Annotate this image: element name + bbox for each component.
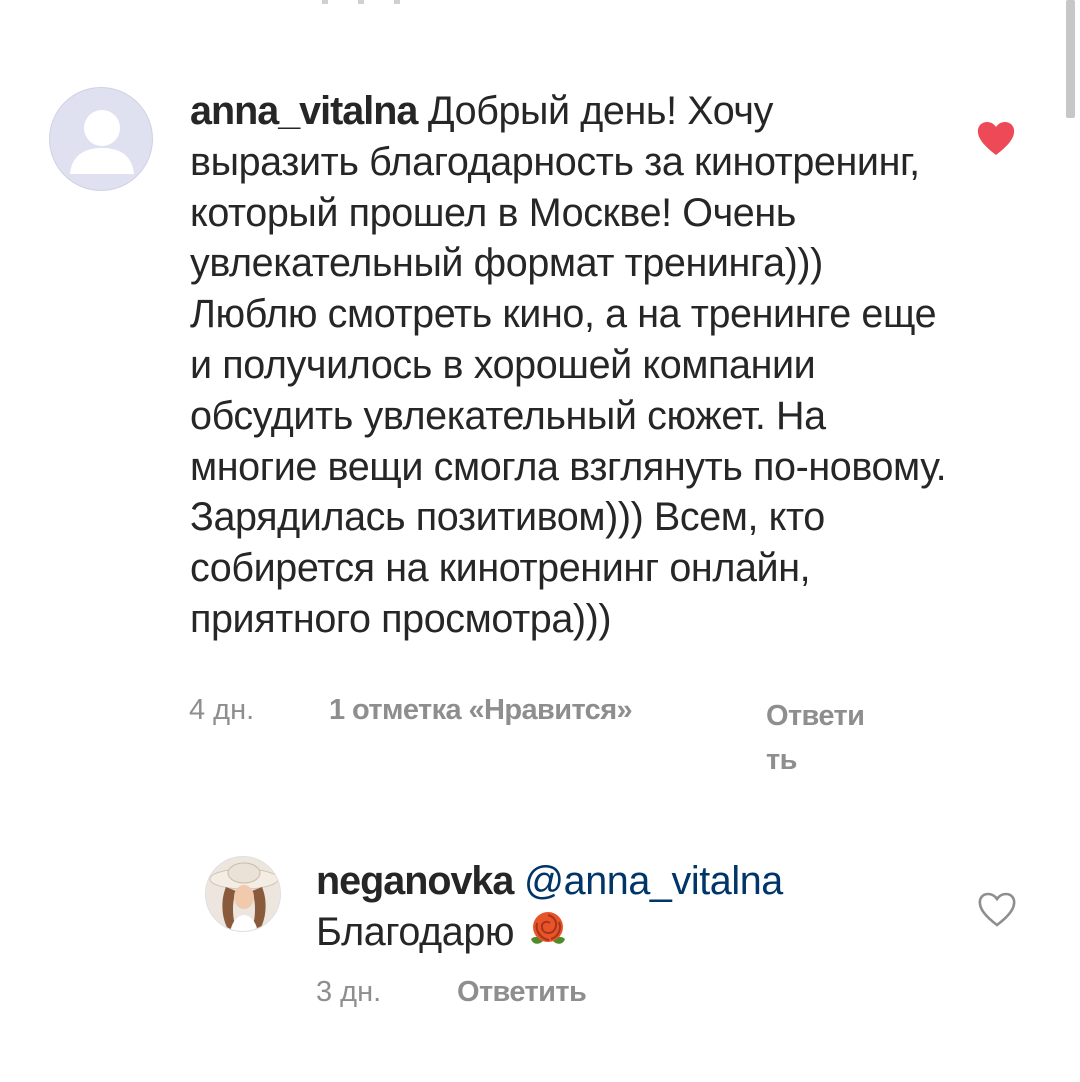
comment-text: Добрый день! Хочу выразить благодарность… [190,89,947,641]
avatar[interactable] [205,856,281,932]
comment-username[interactable]: anna_vitalna [190,89,418,133]
comment-timestamp: 3 дн. [316,976,382,1008]
reply-button[interactable]: Ответить [766,694,876,782]
heart-outline-icon[interactable] [977,892,1017,928]
comment-meta: 4 дн. 1 отметка «Нравится» Ответить [189,694,889,784]
comments-screen: anna_vitalna Добрый день! Хочу выразить … [0,0,1080,1082]
heart-filled-icon[interactable] [976,121,1016,157]
comment-timestamp: 4 дн. [189,694,255,726]
comment-body: anna_vitalna Добрый день! Хочу выразить … [190,86,950,645]
avatar[interactable] [49,87,153,191]
comment-username[interactable]: neganovka [316,859,514,903]
likes-count-link[interactable]: 1 отметка «Нравится» [329,694,633,727]
user-photo-avatar-icon [206,857,280,931]
comment-meta: 3 дн. Ответить [316,976,816,1016]
comment: anna_vitalna Добрый день! Хочу выразить … [0,0,1080,800]
default-user-avatar-icon [70,110,134,174]
mention-link[interactable]: @anna_vitalna [524,859,783,903]
comment-text: Благодарю [316,909,515,954]
reply-button[interactable]: Ответить [457,976,587,1009]
reply-comment: neganovka @anna_vitalna Благодарю 3 дн. … [0,830,1080,1070]
rose-emoji-icon [530,911,565,944]
comment-body: neganovka @anna_vitalna Благодарю [316,856,936,958]
